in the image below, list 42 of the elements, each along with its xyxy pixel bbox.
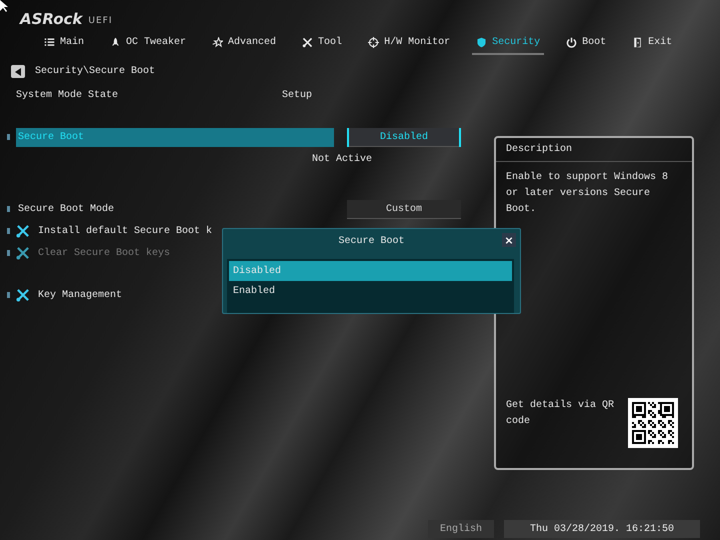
status-text: Not Active [312,154,372,164]
nav-tab[interactable]: Main [40,34,88,55]
setting-label: System Mode State [16,88,118,102]
nav-tab[interactable]: Tool [298,34,346,55]
setting-value-button[interactable]: Disabled [347,128,461,146]
power-icon [566,37,578,48]
tools-icon [302,37,314,48]
action-item[interactable]: Install default Secure Boot k [38,226,212,236]
nav-tab[interactable]: Security [472,34,544,55]
shield-icon [476,37,488,48]
date-time: Thu 03/28/2019. 16:21:50 [504,520,700,538]
language-button[interactable]: English [428,520,494,538]
nav-tab[interactable]: Boot [562,34,610,55]
description-title: Description [496,138,692,162]
mouse-pointer-icon [0,0,8,12]
action-item[interactable]: Key Management [38,290,122,300]
close-button[interactable]: × [502,233,516,247]
door-icon [632,37,644,48]
nav-tab[interactable]: H/W Monitor [364,34,454,55]
qr-code-icon [628,398,678,448]
star-icon [212,37,224,48]
nav-tab[interactable]: Advanced [208,34,280,55]
nav-tab[interactable]: OC Tweaker [106,34,190,55]
setting-label[interactable]: Secure Boot Mode [16,200,334,218]
logo-suffix: UEFI [88,16,112,28]
breadcrumb: Security\Secure Boot [35,66,156,77]
nav-tab[interactable]: Exit [628,34,676,55]
setting-value: Setup [282,90,312,100]
brand-logo: ASRock [20,10,82,28]
popup-title: Secure Boot [338,236,404,246]
back-arrow-icon [15,68,21,76]
setting-value-button[interactable]: Custom [347,200,461,218]
crosshair-icon [368,37,380,48]
tools-icon [16,224,30,238]
popup-option[interactable]: Enabled [229,281,512,301]
back-button[interactable] [11,65,25,78]
tools-icon [16,288,30,302]
list-icon [44,37,55,48]
rocket-icon [110,37,122,48]
description-text: Enable to support Windows 8 or later versions Secure Boot. [505,170,670,217]
tools-icon [16,246,30,260]
qr-caption: Get details via QR code [506,398,616,429]
